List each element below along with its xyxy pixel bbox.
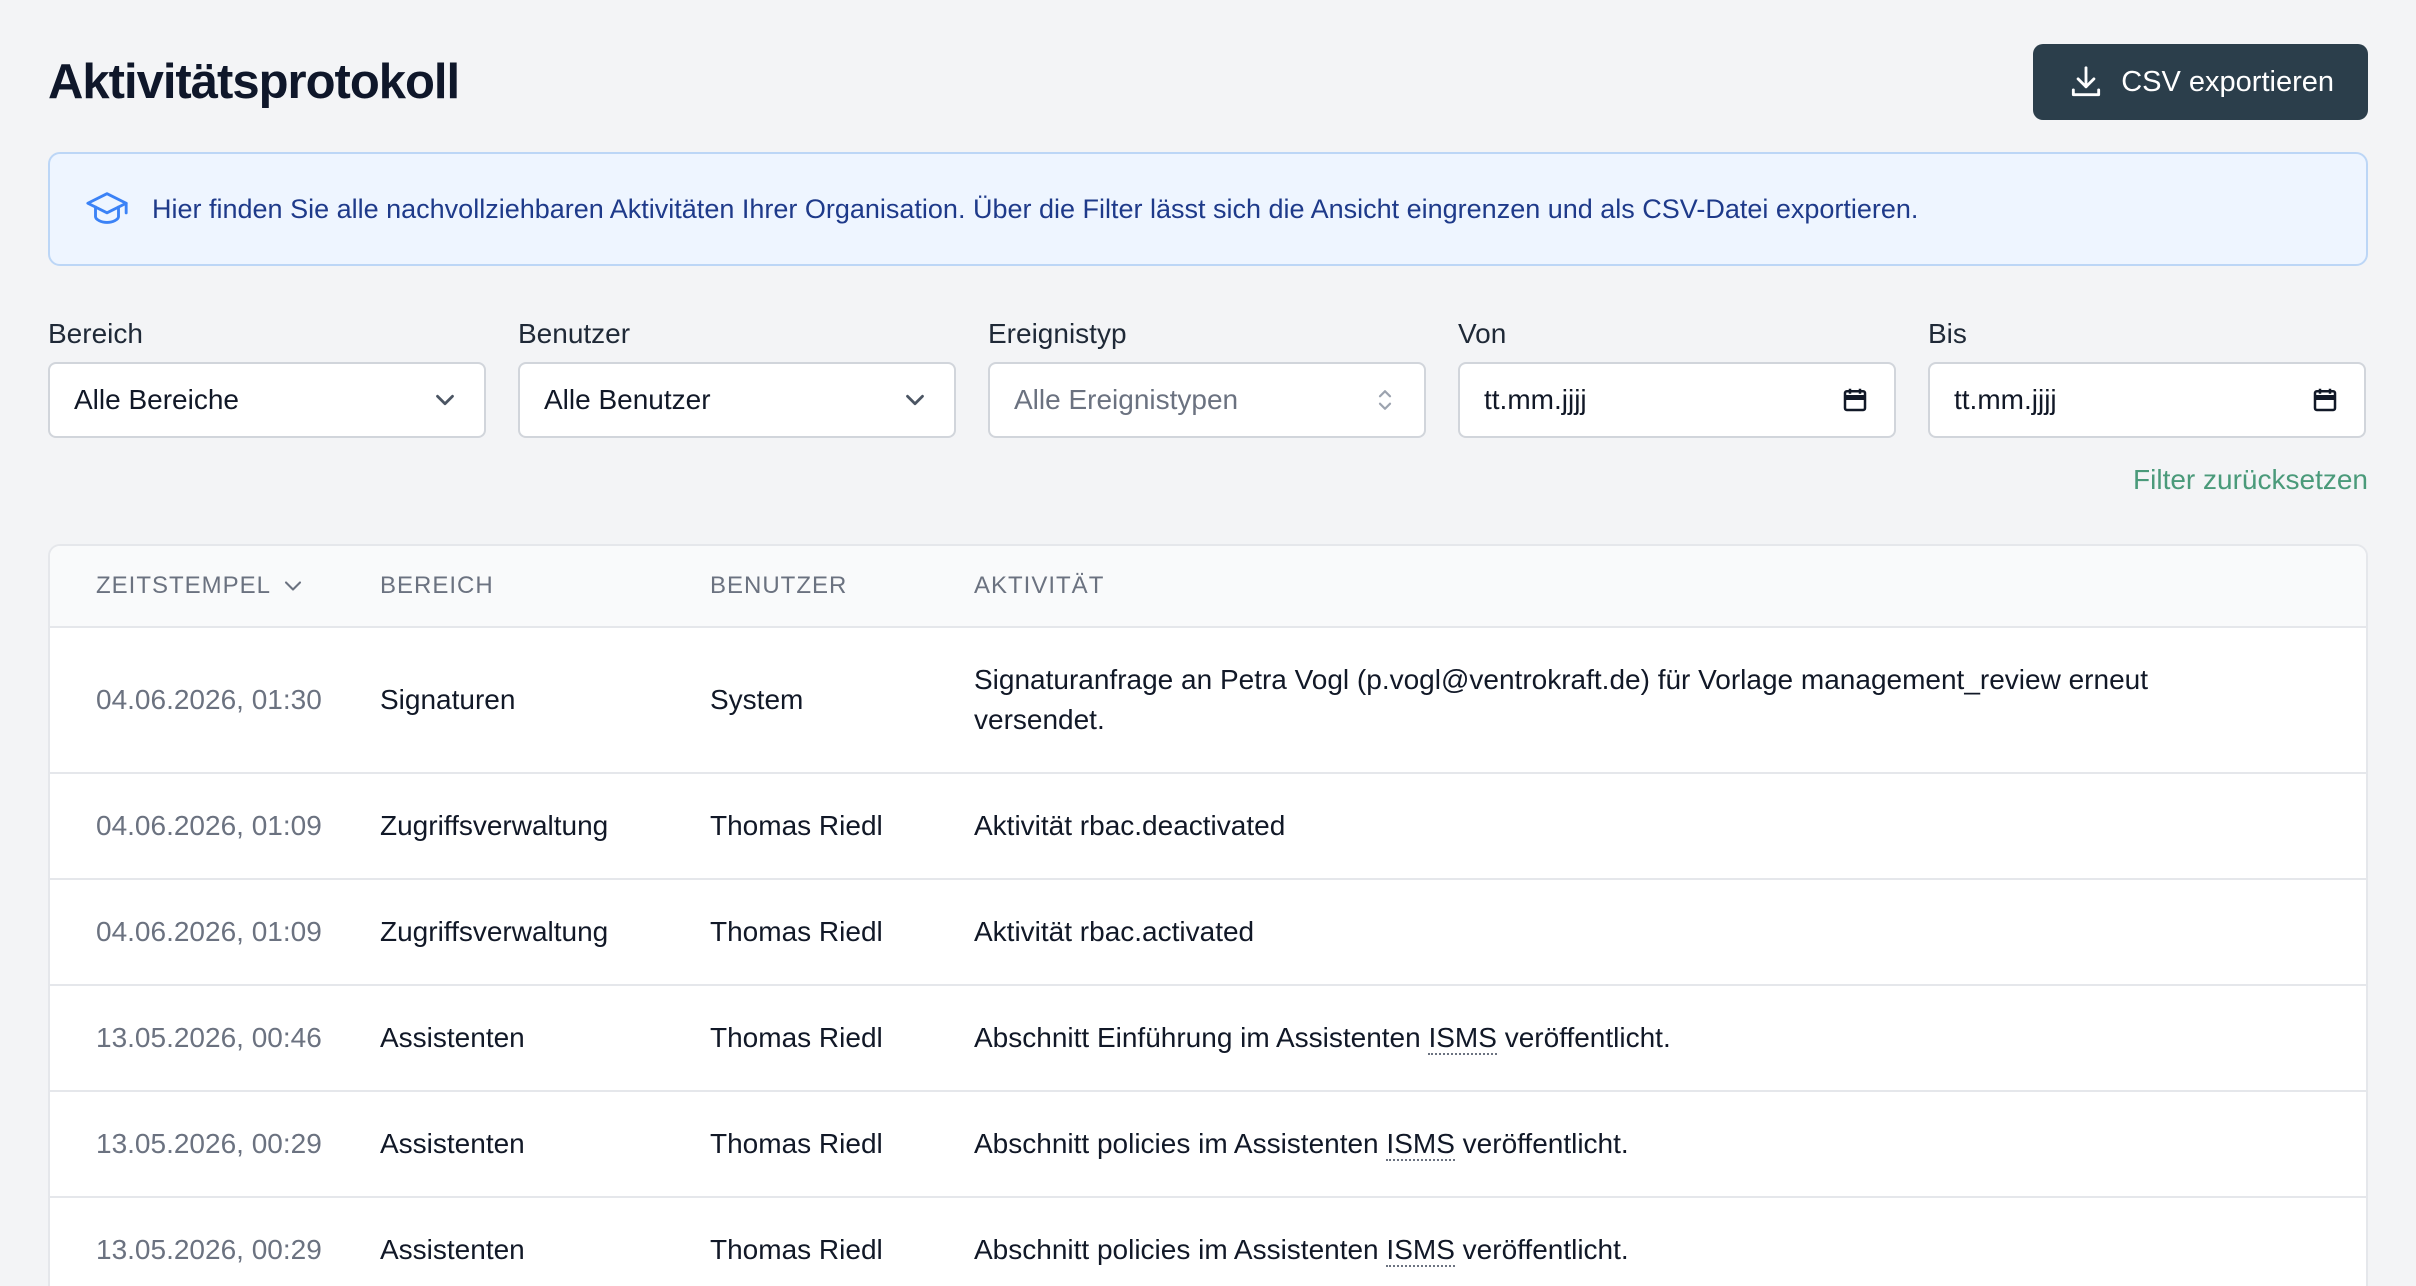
cell-bereich: Zugriffsverwaltung	[380, 810, 609, 841]
cell-bereich: Signaturen	[380, 684, 516, 715]
cell-timestamp: 13.05.2026, 00:29	[96, 1128, 322, 1159]
activity-text-pre: Abschnitt policies im Assistenten	[974, 1234, 1387, 1265]
benutzer-select-value: Alle Benutzer	[544, 384, 711, 415]
chevron-up-down-icon	[1378, 390, 1392, 410]
cell-bereich: Assistenten	[380, 1234, 525, 1265]
export-csv-button[interactable]: CSV exportieren	[2033, 44, 2368, 120]
filter-benutzer-label: Benutzer	[518, 318, 631, 349]
von-date-input[interactable]: tt.mm.jjjj	[1458, 362, 1896, 438]
chevron-down-icon	[436, 394, 454, 406]
chevron-down-icon	[906, 394, 924, 406]
filter-benutzer: Benutzer Alle Benutzer	[518, 318, 956, 438]
graduation-cap-icon	[86, 192, 128, 224]
filter-ereignistyp-label: Ereignistyp	[988, 318, 1127, 349]
export-csv-label: CSV exportieren	[2121, 65, 2334, 98]
ereignistyp-select-value: Alle Ereignistypen	[1014, 384, 1239, 415]
table-row: 13.05.2026, 00:29 Assistenten Thomas Rie…	[50, 1092, 2366, 1198]
column-header-aktivitaet: AKTIVITÄT	[974, 572, 1105, 599]
cell-aktivitaet: Signaturanfrage an Petra Vogl (p.vogl@ve…	[974, 664, 2148, 735]
cell-timestamp: 04.06.2026, 01:09	[96, 916, 322, 947]
info-text: Hier finden Sie alle nachvollziehbaren A…	[152, 193, 1919, 224]
table-row: 04.06.2026, 01:30 Signaturen System Sign…	[50, 628, 2366, 774]
bereich-select-value: Alle Bereiche	[74, 384, 239, 415]
chevron-down-icon	[284, 581, 302, 591]
filter-von-label: Von	[1458, 318, 1507, 349]
bis-date-input[interactable]: tt.mm.jjjj	[1928, 362, 2366, 438]
reset-row: Filter zurücksetzen	[48, 464, 2368, 496]
table-header: ZEITSTEMPEL BEREICH BENUTZER AKTIVITÄT	[50, 546, 2366, 628]
bis-date-value: tt.mm.jjjj	[1954, 384, 2057, 415]
info-banner: Hier finden Sie alle nachvollziehbaren A…	[48, 152, 2368, 266]
cell-benutzer: Thomas Riedl	[710, 916, 883, 947]
table-row: 04.06.2026, 01:09 Zugriffsverwaltung Tho…	[50, 774, 2366, 880]
isms-abbreviation: ISMS	[1386, 1234, 1455, 1267]
ereignistyp-select[interactable]: Alle Ereignistypen	[988, 362, 1426, 438]
activity-text-post: veröffentlicht.	[1454, 1128, 1629, 1159]
cell-bereich: Assistenten	[380, 1022, 525, 1053]
cell-benutzer: System	[710, 684, 804, 715]
cell-timestamp: 13.05.2026, 00:29	[96, 1234, 322, 1265]
cell-aktivitaet: Abschnitt policies im Assistenten ISMS v…	[974, 1124, 2366, 1164]
cell-timestamp: 13.05.2026, 00:46	[96, 1022, 322, 1053]
column-header-benutzer: BENUTZER	[710, 572, 848, 599]
column-header-bereich: BEREICH	[380, 572, 494, 599]
column-header-timestamp[interactable]: ZEITSTEMPEL	[50, 572, 380, 600]
page: Aktivitätsprotokoll CSV exportieren Hier…	[0, 0, 2416, 1286]
bereich-select[interactable]: Alle Bereiche	[48, 362, 486, 438]
table-row: 13.05.2026, 00:46 Assistenten Thomas Rie…	[50, 986, 2366, 1092]
filter-ereignistyp: Ereignistyp Alle Ereignistypen	[988, 318, 1426, 438]
cell-timestamp: 04.06.2026, 01:09	[96, 810, 322, 841]
cell-timestamp: 04.06.2026, 01:30	[96, 684, 322, 715]
cell-benutzer: Thomas Riedl	[710, 1234, 883, 1265]
calendar-icon[interactable]	[2310, 385, 2340, 415]
filter-von: Von tt.mm.jjjj	[1458, 318, 1896, 438]
activity-text-post: veröffentlicht.	[1496, 1022, 1671, 1053]
page-title: Aktivitätsprotokoll	[48, 55, 460, 109]
reset-filters-link[interactable]: Filter zurücksetzen	[2133, 464, 2368, 496]
benutzer-select[interactable]: Alle Benutzer	[518, 362, 956, 438]
download-icon	[2072, 66, 2101, 97]
isms-abbreviation: ISMS	[1428, 1022, 1497, 1055]
table-row: 13.05.2026, 00:29 Assistenten Thomas Rie…	[50, 1198, 2366, 1286]
activity-text-post: veröffentlicht.	[1454, 1234, 1629, 1265]
von-date-value: tt.mm.jjjj	[1484, 384, 1587, 415]
activity-table: ZEITSTEMPEL BEREICH BENUTZER AKTIVITÄT 0…	[48, 544, 2368, 1286]
cell-aktivitaet: Abschnitt policies im Assistenten ISMS v…	[974, 1230, 2366, 1270]
cell-aktivitaet: Aktivität rbac.activated	[974, 916, 1255, 947]
filter-bis-label: Bis	[1928, 318, 1967, 349]
filter-bar: Bereich Alle Bereiche Benutzer Alle Benu…	[48, 318, 2368, 438]
filter-bis: Bis tt.mm.jjjj	[1928, 318, 2366, 438]
cell-aktivitaet: Aktivität rbac.deactivated	[974, 810, 1286, 841]
filter-bereich: Bereich Alle Bereiche	[48, 318, 486, 438]
activity-text-pre: Abschnitt policies im Assistenten	[974, 1128, 1387, 1159]
cell-bereich: Zugriffsverwaltung	[380, 916, 609, 947]
calendar-icon[interactable]	[1840, 385, 1870, 415]
activity-text-pre: Abschnitt Einführung im Assistenten	[974, 1022, 1429, 1053]
cell-benutzer: Thomas Riedl	[710, 1128, 883, 1159]
cell-aktivitaet: Abschnitt Einführung im Assistenten ISMS…	[974, 1018, 2366, 1058]
isms-abbreviation: ISMS	[1386, 1128, 1455, 1161]
cell-benutzer: Thomas Riedl	[710, 1022, 883, 1053]
filter-bereich-label: Bereich	[48, 318, 143, 349]
page-header: Aktivitätsprotokoll CSV exportieren	[48, 0, 2368, 164]
cell-benutzer: Thomas Riedl	[710, 810, 883, 841]
column-header-timestamp-label: ZEITSTEMPEL	[96, 572, 272, 599]
table-row: 04.06.2026, 01:09 Zugriffsverwaltung Tho…	[50, 880, 2366, 986]
cell-bereich: Assistenten	[380, 1128, 525, 1159]
